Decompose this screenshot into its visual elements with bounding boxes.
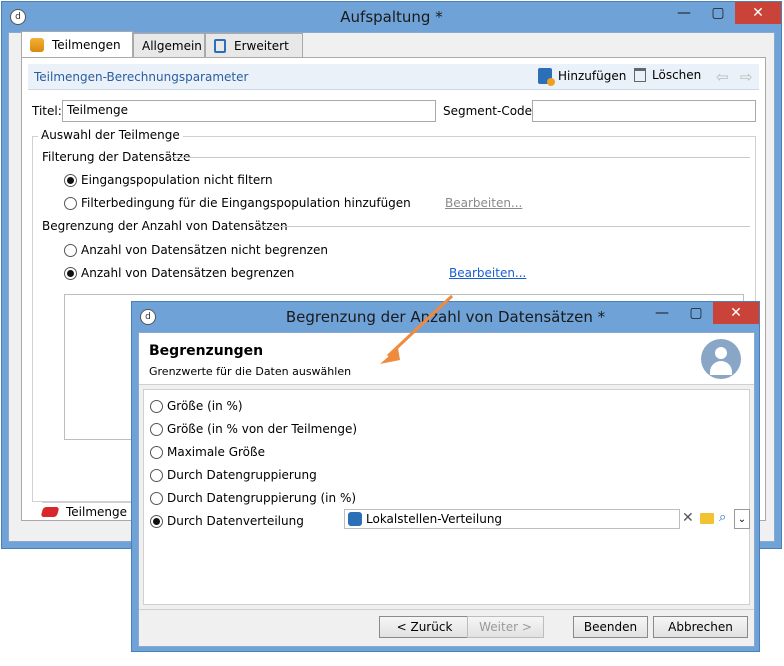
distribution-field[interactable]: Lokalstellen-Verteilung [344, 509, 680, 529]
limit-none-radio[interactable] [64, 244, 77, 257]
dialog-header-title: Begrenzungen [149, 343, 264, 359]
tab-teilmengen[interactable]: Teilmengen [21, 31, 133, 57]
limit-edit-link[interactable]: Bearbeiten... [449, 266, 526, 280]
option-max-size-radio[interactable] [150, 446, 163, 459]
app-icon: d [10, 9, 26, 25]
back-button[interactable]: < Zurück [379, 616, 470, 638]
dialog-titlebar: d Begrenzung der Anzahl von Datensätzen … [132, 302, 759, 332]
option-grouping-radio[interactable] [150, 469, 163, 482]
distribution-icon [348, 512, 362, 526]
distribution-value: Lokalstellen-Verteilung [366, 512, 503, 526]
filter-none-radio[interactable] [64, 174, 77, 187]
dialog-header-subtitle: Grenzwerte für die Daten auswählen [149, 365, 352, 378]
folder-icon[interactable] [700, 513, 714, 524]
clear-icon[interactable]: ✕ [682, 510, 694, 526]
search-icon[interactable]: ⌕ [719, 510, 726, 525]
dialog-client-area: Begrenzungen Grenzwerte für die Daten au… [138, 332, 755, 647]
option-distribution-radio[interactable] [150, 515, 163, 528]
maximize-button[interactable]: ▢ [701, 2, 735, 24]
tab-label: Erweitert [234, 38, 289, 53]
trash-icon [634, 68, 646, 82]
finish-button[interactable]: Beenden [573, 616, 648, 638]
option-distribution-label: Durch Datenverteilung [167, 514, 304, 528]
option-size-percent-subset-radio[interactable] [150, 423, 163, 436]
segment-code-input[interactable] [532, 100, 756, 122]
database-icon [30, 37, 44, 52]
add-button[interactable]: Hinzufügen [538, 68, 627, 86]
next-button[interactable]: Weiter > [467, 616, 544, 638]
cancel-button[interactable]: Abbrechen [653, 616, 748, 638]
option-size-percent-subset-label: Größe (in % von der Teilmenge) [167, 422, 358, 436]
divider [258, 226, 750, 227]
tab-allgemein[interactable]: Allgemein [133, 33, 205, 57]
close-button[interactable]: ✕ [735, 2, 781, 24]
tab-label: Allgemein [142, 38, 202, 53]
option-size-percent-label: Größe (in %) [167, 399, 243, 413]
add-label: Hinzufügen [558, 69, 627, 83]
subset-icon [40, 506, 60, 517]
main-window-titlebar: d Aufspaltung * — ▢ ✕ [2, 2, 781, 32]
section-title: Teilmengen-Berechnungsparameter [34, 70, 249, 84]
titel-label: Titel: [32, 104, 62, 118]
clipboard-icon [214, 38, 226, 53]
group-label: Auswahl der Teilmenge [38, 128, 183, 142]
dialog-title: Begrenzung der Anzahl von Datensätzen * [285, 308, 606, 326]
filter-condition-label: Filterbedingung für die Eingangspopulati… [81, 196, 411, 210]
option-grouping-label: Durch Datengruppierung [167, 468, 317, 482]
arrow-right-icon[interactable]: ⇨ [740, 68, 753, 86]
app-icon: d [140, 309, 156, 325]
limit-none-label: Anzahl von Datensätzen nicht begrenzen [81, 243, 329, 257]
bottom-tab-label: Teilmenge [66, 504, 128, 519]
filter-section-label: Filterung der Datensätze [42, 150, 191, 164]
divider [170, 157, 750, 158]
tab-label: Teilmengen [52, 37, 121, 52]
filter-none-label: Eingangspopulation nicht filtern [81, 173, 273, 187]
option-size-percent-radio[interactable] [150, 400, 163, 413]
options-area: Größe (in %) Größe (in % von der Teilmen… [143, 389, 750, 605]
limit-section-label: Begrenzung der Anzahl von Datensätzen [42, 219, 288, 233]
dialog-header: Begrenzungen Grenzwerte für die Daten au… [139, 333, 754, 385]
filter-condition-radio[interactable] [64, 197, 77, 210]
maximize-button[interactable]: ▢ [679, 302, 713, 324]
dialog-footer-divider [139, 609, 754, 610]
user-avatar-icon [701, 339, 741, 379]
delete-label: Löschen [652, 68, 702, 82]
tab-erweitert[interactable]: Erweitert [205, 33, 303, 57]
minimize-button[interactable]: — [667, 2, 701, 24]
delete-button[interactable]: Löschen [634, 68, 701, 82]
titel-input[interactable]: Teilmenge [62, 100, 436, 122]
option-grouping-percent-label: Durch Datengruppierung (in %) [167, 491, 357, 505]
close-button[interactable]: ✕ [713, 302, 759, 324]
add-icon [538, 68, 555, 86]
option-max-size-label: Maximale Größe [167, 445, 265, 459]
section-header: Teilmengen-Berechnungsparameter Hinzufüg… [28, 64, 759, 90]
limit-count-label: Anzahl von Datensätzen begrenzen [81, 266, 295, 280]
dropdown-chevron-icon[interactable]: ⌄ [734, 509, 750, 529]
arrow-left-icon[interactable]: ⇦ [716, 68, 729, 86]
filter-edit-link[interactable]: Bearbeiten... [445, 196, 522, 210]
main-window-title: Aufspaltung * [340, 8, 443, 26]
option-grouping-percent-radio[interactable] [150, 492, 163, 505]
segment-code-label: Segment-Code: [443, 104, 537, 118]
limit-count-radio[interactable] [64, 267, 77, 280]
limit-dialog: d Begrenzung der Anzahl von Datensätzen … [131, 301, 760, 652]
minimize-button[interactable]: — [645, 302, 679, 324]
